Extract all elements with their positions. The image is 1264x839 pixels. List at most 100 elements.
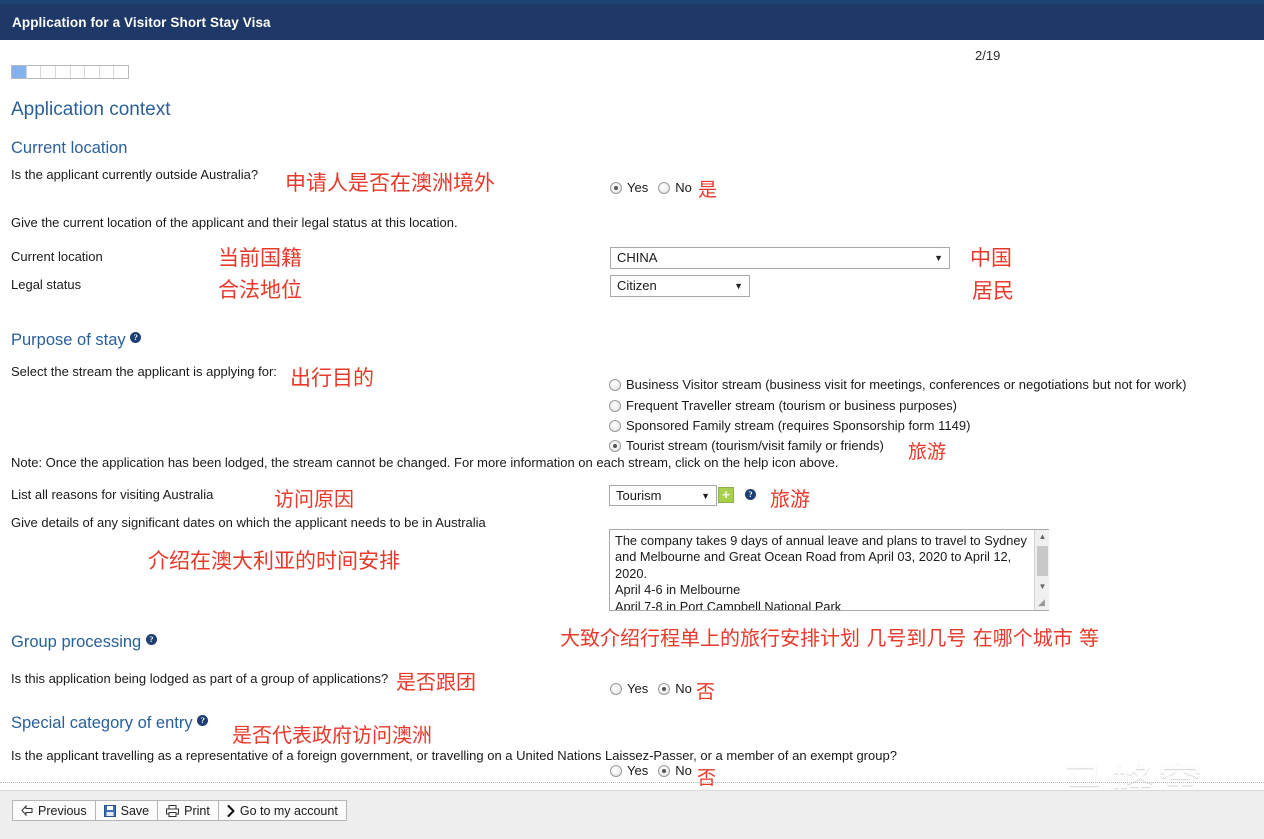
- save-button[interactable]: Save: [94, 800, 159, 821]
- go-to-my-account-label: Go to my account: [239, 803, 338, 818]
- select-reason-value: Tourism: [616, 488, 662, 503]
- progress-segment-1: [12, 66, 27, 78]
- radio-label-outside-australia-yes: Yes: [627, 180, 649, 195]
- radio-group-group-processing[interactable]: Yes No: [610, 681, 702, 696]
- section-heading-current-location: Current location: [11, 139, 128, 157]
- form-progress-bar: [11, 65, 129, 79]
- radio-label-group-processing-no: No: [675, 681, 692, 696]
- annotation-legal-status-value: 居民: [972, 279, 1014, 303]
- label-current-location: Current location: [11, 249, 103, 264]
- radio-special-category-yes[interactable]: [610, 764, 622, 777]
- plus-icon: +: [722, 487, 730, 502]
- radio-label-frequent-traveller-stream: Frequent Traveller stream (tourism or bu…: [626, 398, 957, 413]
- radio-label-outside-australia-no: No: [675, 180, 692, 195]
- radio-group-processing-yes[interactable]: [610, 682, 622, 695]
- printer-icon: [166, 804, 180, 817]
- note-stream-cannot-be-changed: Note: Once the application has been lodg…: [11, 455, 839, 470]
- radio-group-special-category[interactable]: Yes No: [610, 763, 702, 778]
- radio-frequent-traveller-stream[interactable]: [609, 400, 621, 412]
- annotation-group-application: 是否跟团: [396, 670, 476, 694]
- progress-segment-4: [56, 66, 71, 78]
- progress-segment-6: [85, 66, 100, 78]
- select-current-location-value: CHINA: [617, 250, 658, 265]
- section-heading-group-processing: Group processing: [11, 633, 157, 652]
- radio-business-visitor-stream[interactable]: [609, 379, 621, 391]
- label-special-category-question: Is the applicant travelling as a represe…: [11, 748, 897, 763]
- annotation-current-location-value: 中国: [970, 246, 1012, 270]
- radio-label-tourist-stream: Tourist stream (tourism/visit family or …: [626, 438, 884, 453]
- label-group-application-question: Is this application being lodged as part…: [11, 671, 389, 686]
- annotation-select-stream: 出行目的: [290, 366, 374, 390]
- radio-option-sponsored-family-stream[interactable]: Sponsored Family stream (requires Sponso…: [609, 418, 970, 433]
- scroll-up-icon[interactable]: ▲: [1035, 530, 1050, 544]
- radio-outside-australia-yes[interactable]: [610, 181, 622, 194]
- progress-segment-7: [100, 66, 115, 78]
- radio-group-outside-australia[interactable]: Yes No: [610, 180, 702, 195]
- annotation-special-category: 是否代表政府访问澳洲: [232, 723, 432, 747]
- radio-label-special-category-yes: Yes: [627, 763, 649, 778]
- section-heading-special-category: Special category of entry: [11, 714, 209, 733]
- textarea-resize-grip[interactable]: ◢: [1038, 597, 1045, 608]
- progress-segment-3: [41, 66, 56, 78]
- help-icon-special-category[interactable]: [197, 715, 209, 726]
- scrollbar-thumb[interactable]: [1037, 546, 1048, 576]
- annotation-special-category-answer: 否: [697, 767, 717, 789]
- previous-button[interactable]: Previous: [12, 800, 96, 821]
- help-icon-group-processing[interactable]: [145, 634, 157, 645]
- radio-label-special-category-no: No: [675, 763, 692, 778]
- instruction-current-location: Give the current location of the applica…: [11, 215, 458, 230]
- window-title: Application for a Visitor Short Stay Vis…: [12, 15, 271, 30]
- annotation-legal-status: 合法地位: [218, 278, 302, 302]
- select-legal-status[interactable]: Citizen ▼: [610, 275, 750, 297]
- save-button-label: Save: [120, 803, 150, 818]
- previous-button-label: Previous: [38, 803, 87, 818]
- radio-label-sponsored-family-stream: Sponsored Family stream (requires Sponso…: [626, 418, 971, 433]
- floppy-disk-icon: [103, 804, 116, 817]
- radio-option-tourist-stream[interactable]: Tourist stream (tourism/visit family or …: [609, 438, 884, 453]
- chevron-down-icon: ▼: [701, 491, 710, 501]
- chevron-down-icon: ▼: [734, 281, 743, 291]
- print-button[interactable]: Print: [157, 800, 219, 821]
- textarea-significant-dates[interactable]: The company takes 9 days of annual leave…: [609, 529, 1049, 611]
- go-to-my-account-button[interactable]: Go to my account: [217, 800, 347, 821]
- print-button-label: Print: [184, 803, 210, 818]
- section-heading-group-processing-text: Group processing: [11, 633, 142, 651]
- section-heading-purpose-of-stay: Purpose of stay: [11, 331, 142, 350]
- radio-sponsored-family-stream[interactable]: [609, 420, 621, 432]
- radio-outside-australia-no[interactable]: [658, 181, 671, 194]
- radio-tourist-stream[interactable]: [609, 440, 621, 452]
- label-outside-australia-question: Is the applicant currently outside Austr…: [11, 167, 259, 182]
- footer-bar: Previous Save Print Go to my account: [0, 790, 1264, 839]
- footer-button-group: Previous Save Print Go to my account: [12, 800, 347, 821]
- footer-divider: [0, 782, 1264, 783]
- section-heading-purpose-of-stay-text: Purpose of stay: [11, 331, 126, 349]
- label-legal-status: Legal status: [11, 277, 82, 292]
- annotation-current-location: 当前国籍: [218, 246, 302, 270]
- scroll-down-icon[interactable]: ▼: [1035, 580, 1050, 594]
- annotation-outside-australia: 申请人是否在澳洲境外: [285, 171, 495, 195]
- annotation-significant-dates: 介绍在澳大利亚的时间安排: [148, 549, 400, 573]
- radio-label-business-visitor-stream: Business Visitor stream (business visit …: [626, 377, 1187, 392]
- annotation-reasons-for-visiting: 访问原因: [274, 487, 354, 511]
- prompt-select-stream: Select the stream the applicant is apply…: [11, 364, 277, 379]
- select-current-location[interactable]: CHINA ▼: [610, 247, 950, 269]
- select-reason-for-visiting[interactable]: Tourism ▼: [609, 485, 717, 506]
- label-significant-dates: Give details of any significant dates on…: [11, 515, 486, 530]
- radio-option-business-visitor-stream[interactable]: Business Visitor stream (business visit …: [609, 377, 1186, 392]
- help-icon-reasons[interactable]: [745, 489, 756, 505]
- radio-label-group-processing-yes: Yes: [627, 681, 649, 696]
- progress-segment-8: [114, 66, 128, 78]
- page-counter: 2/19: [975, 48, 1001, 63]
- radio-special-category-no[interactable]: [658, 764, 671, 777]
- page-title: Application context: [11, 99, 171, 120]
- help-icon-purpose-of-stay[interactable]: [130, 332, 142, 343]
- chevron-right-icon: [227, 804, 235, 817]
- arrow-left-icon: [21, 805, 33, 816]
- annotation-itinerary-summary: 大致介绍行程单上的旅行安排计划 几号到几号 在哪个城市 等: [560, 626, 1100, 650]
- section-heading-special-category-text: Special category of entry: [11, 714, 193, 732]
- chevron-down-icon: ▼: [934, 253, 943, 263]
- add-reason-button[interactable]: +: [718, 487, 734, 503]
- progress-segment-5: [71, 66, 86, 78]
- radio-group-processing-no[interactable]: [658, 682, 671, 695]
- radio-option-frequent-traveller-stream[interactable]: Frequent Traveller stream (tourism or bu…: [609, 398, 957, 413]
